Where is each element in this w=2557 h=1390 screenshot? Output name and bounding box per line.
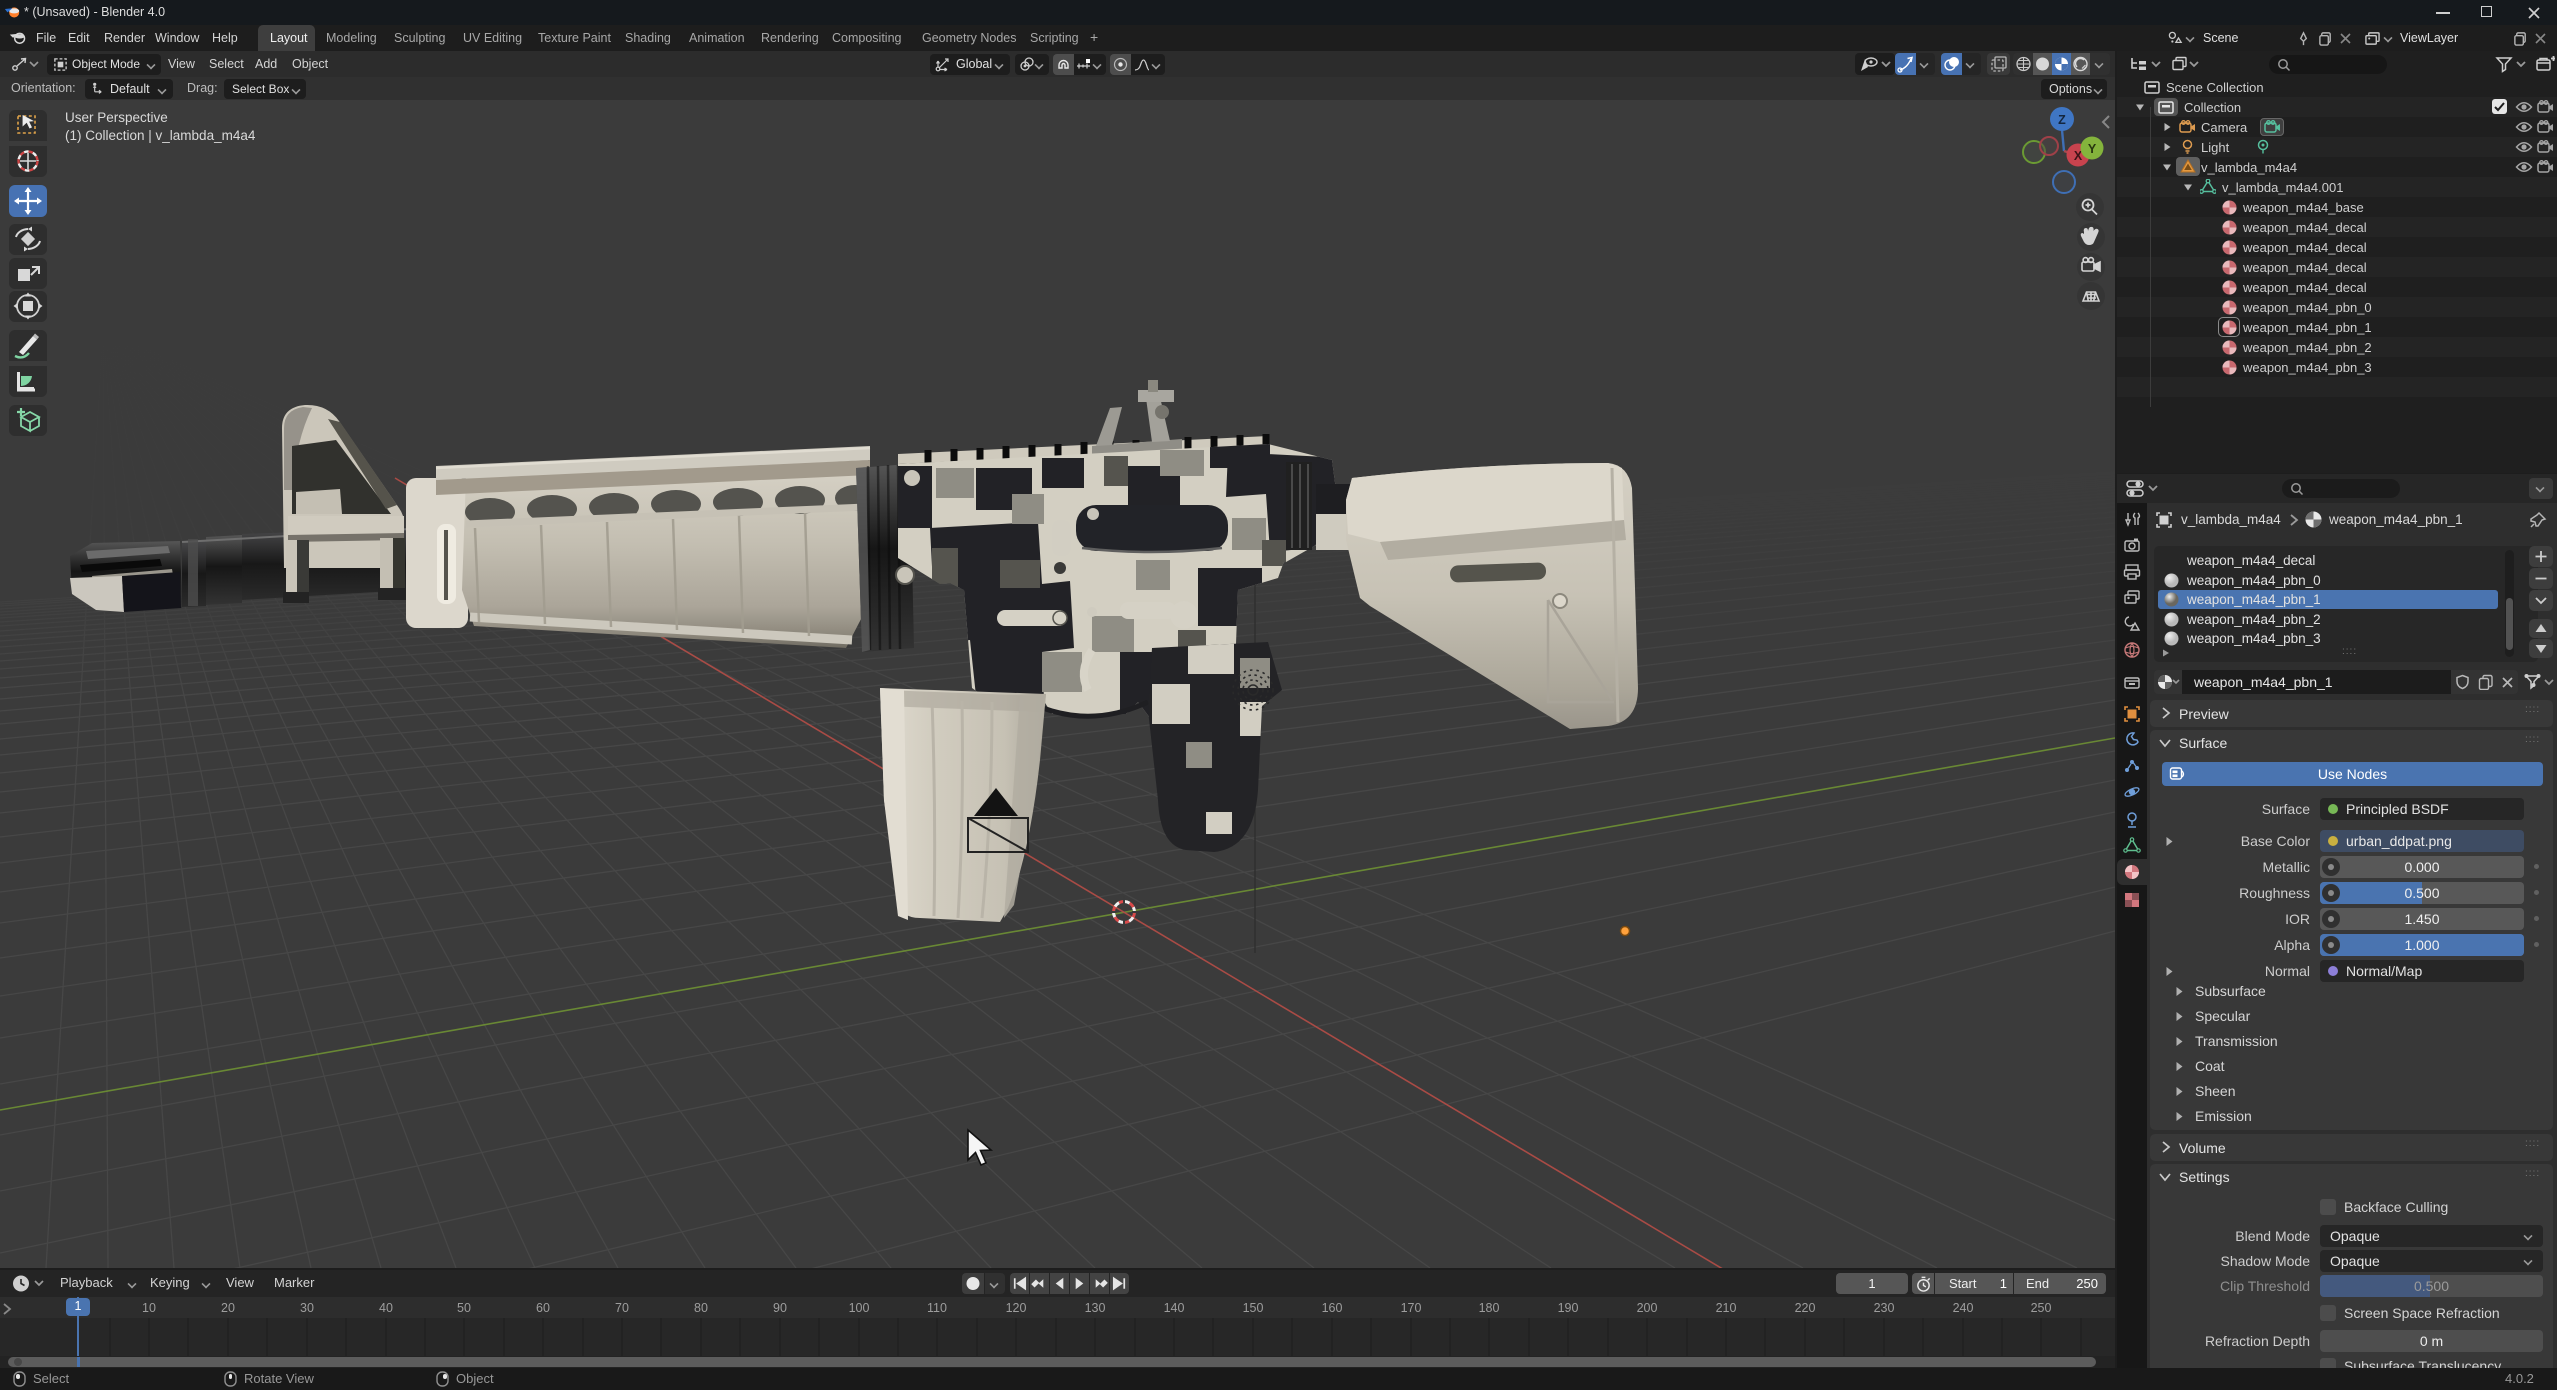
svg-text:Z: Z <box>2058 113 2066 127</box>
svg-text:Y: Y <box>2088 142 2097 156</box>
